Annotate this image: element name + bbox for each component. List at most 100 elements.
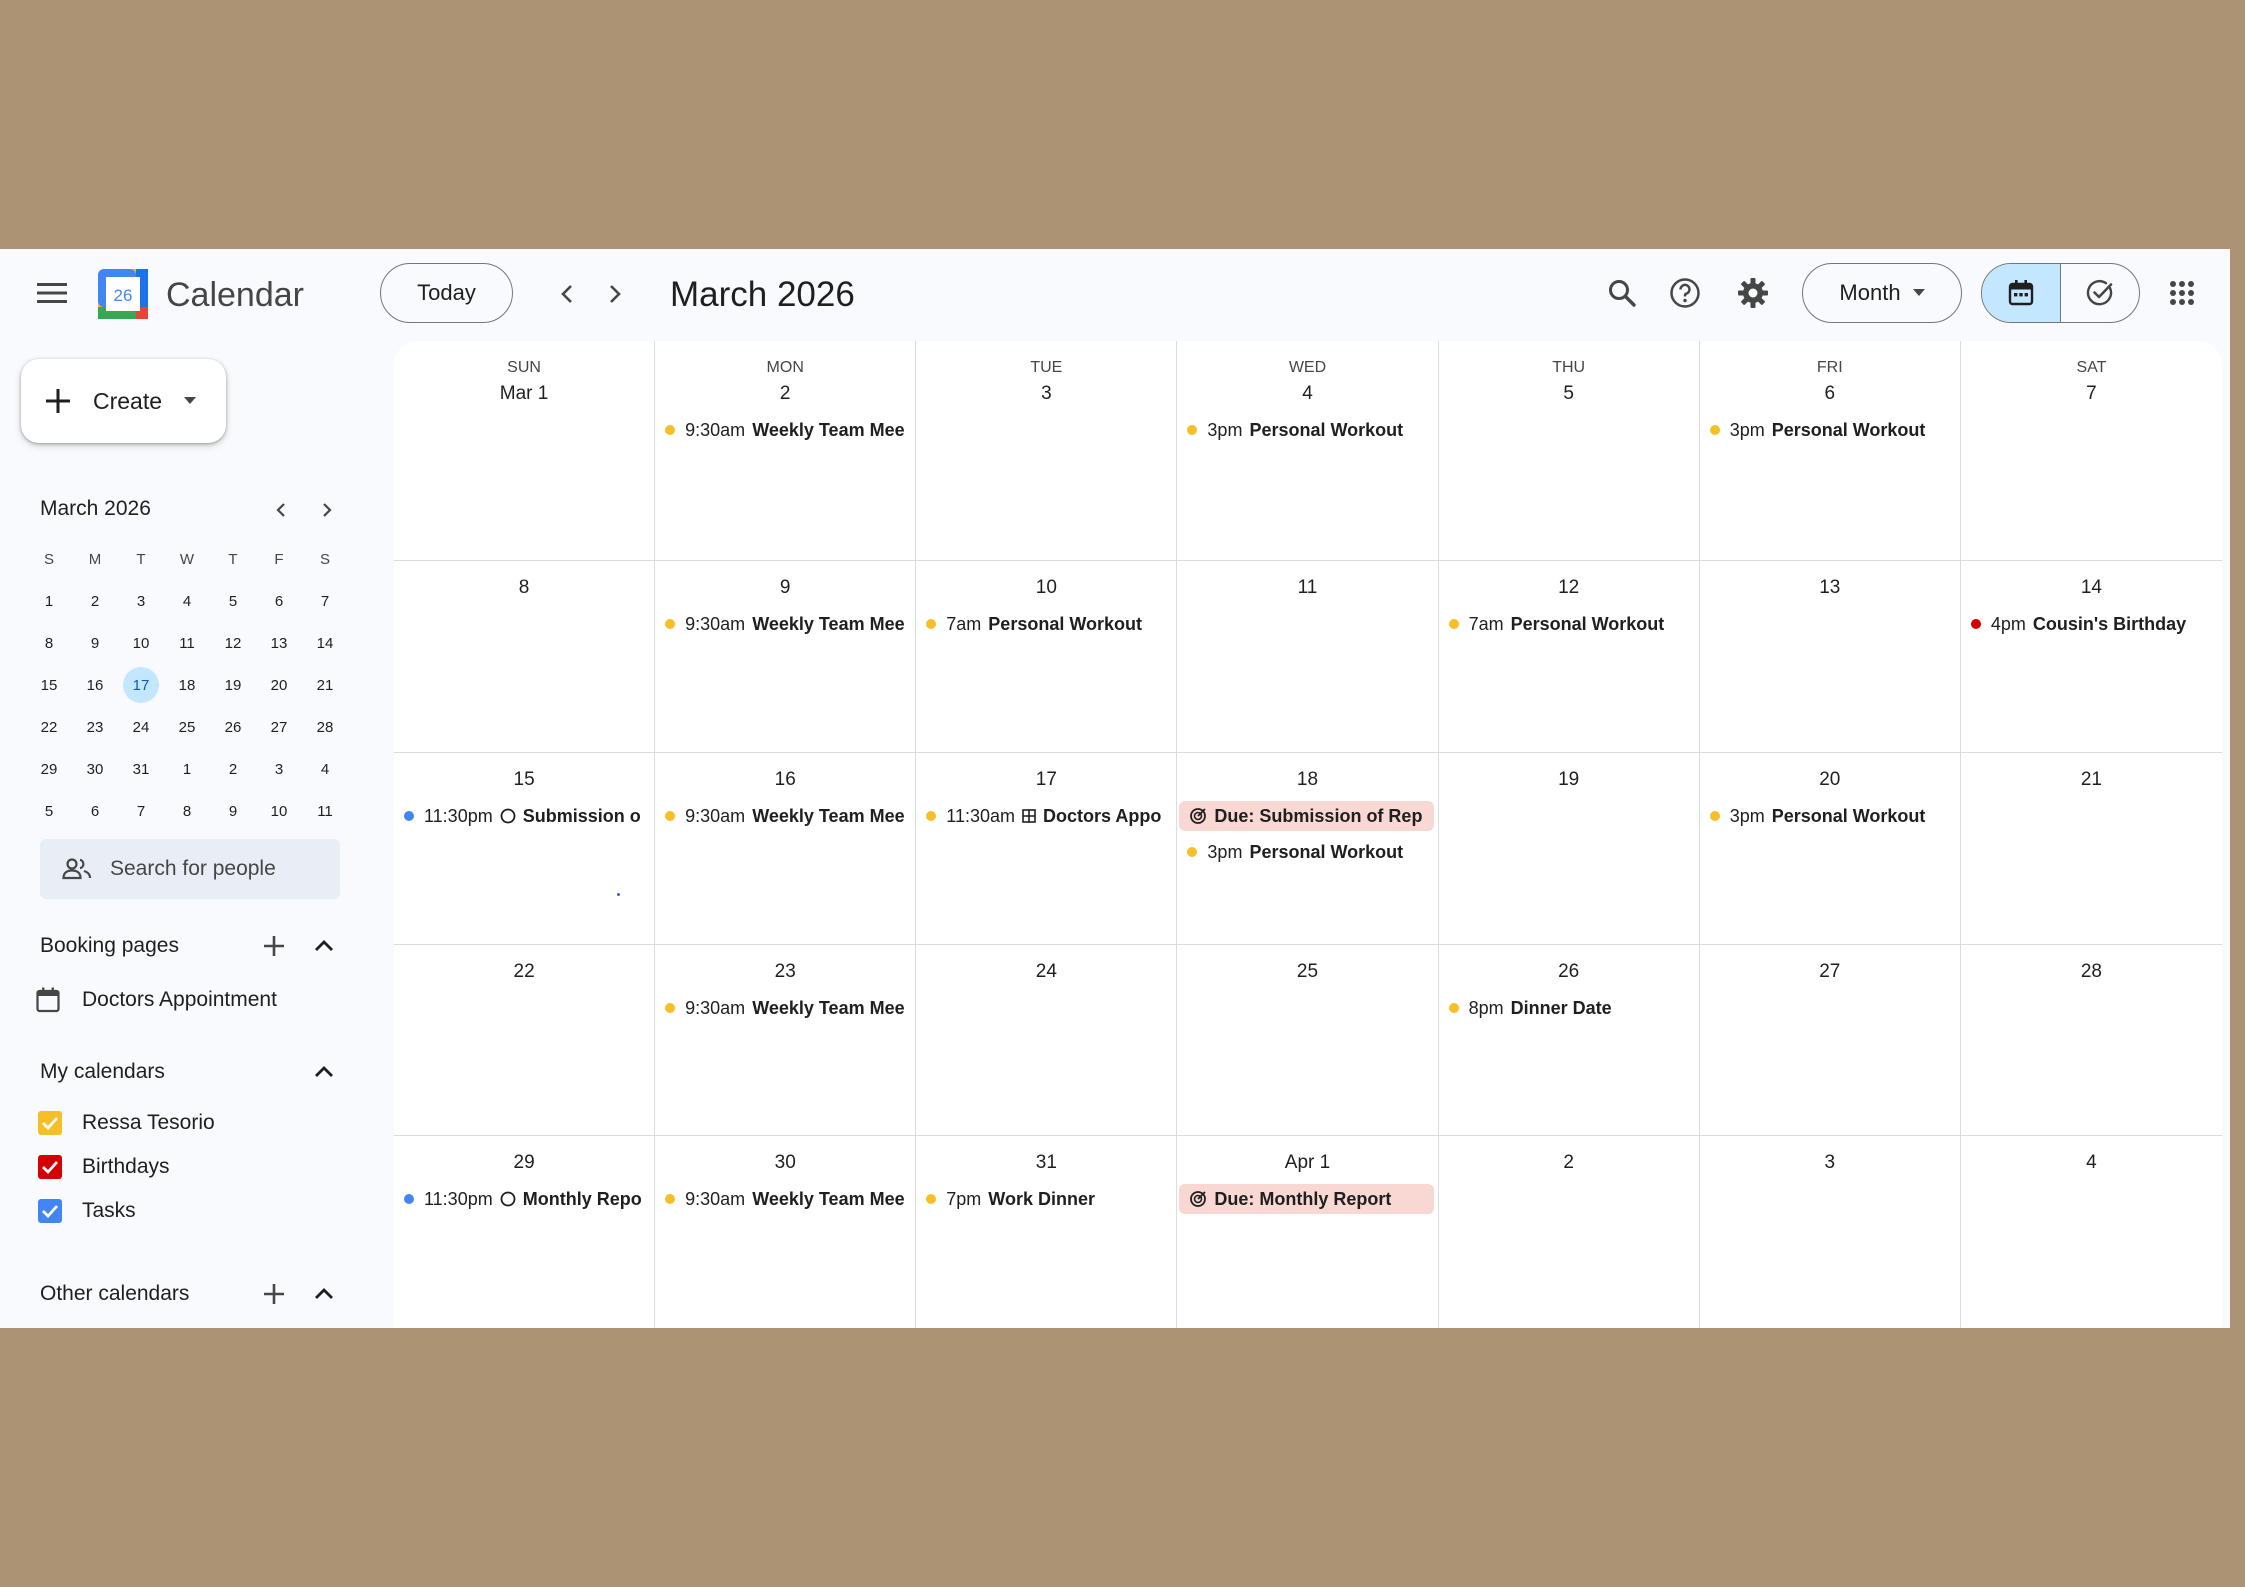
day-number[interactable]: 21 xyxy=(1961,767,2222,793)
day-number[interactable]: 4 xyxy=(1961,1150,2222,1176)
day-cell[interactable]: Apr 1 Due: Monthly Report xyxy=(1177,1136,1439,1328)
google-apps-button[interactable] xyxy=(2160,271,2204,315)
next-month-button[interactable] xyxy=(594,273,636,315)
add-other-calendar-button[interactable] xyxy=(257,1277,291,1311)
day-number[interactable]: 4 xyxy=(1177,381,1437,407)
day-number[interactable]: 25 xyxy=(1177,959,1437,985)
day-number[interactable]: Apr 1 xyxy=(1177,1150,1437,1176)
day-number[interactable]: 20 xyxy=(1700,767,1960,793)
day-number[interactable]: 6 xyxy=(1700,381,1960,407)
day-number[interactable]: 10 xyxy=(916,575,1176,601)
day-cell[interactable]: 9 9:30am Weekly Team Mee xyxy=(655,561,917,753)
event-chip[interactable]: 11:30pm Submission o xyxy=(404,801,646,831)
day-number[interactable]: 2 xyxy=(1439,1150,1699,1176)
event-chip[interactable]: 9:30am Weekly Team Mee xyxy=(665,993,907,1023)
day-cell[interactable]: 29 11:30pm Monthly Repo xyxy=(394,1136,656,1328)
mini-calendar-day[interactable]: 11 xyxy=(164,622,210,664)
mini-calendar-day[interactable]: 26 xyxy=(210,706,256,748)
mini-calendar-day[interactable]: 10 xyxy=(256,790,302,832)
day-cell[interactable]: 15 11:30pm Submission o xyxy=(394,753,656,945)
task-chip[interactable]: Due: Monthly Report xyxy=(1179,1184,1434,1214)
mini-calendar-day[interactable]: 7 xyxy=(302,580,348,622)
day-cell[interactable]: FRI 6 3pm Personal Workout xyxy=(1699,341,1961,561)
day-number[interactable]: 3 xyxy=(1700,1150,1960,1176)
day-cell[interactable]: 19 xyxy=(1438,753,1700,945)
day-cell[interactable]: 12 7am Personal Workout xyxy=(1438,561,1700,753)
previous-month-button[interactable] xyxy=(546,273,588,315)
day-number[interactable]: 29 xyxy=(394,1150,654,1176)
day-number[interactable]: 11 xyxy=(1177,575,1437,601)
mini-calendar-day[interactable]: 5 xyxy=(26,790,72,832)
day-number[interactable]: 14 xyxy=(1961,575,2222,601)
day-number[interactable]: Mar 1 xyxy=(394,381,654,407)
mini-calendar-day[interactable]: 7 xyxy=(118,790,164,832)
day-cell[interactable]: 2 xyxy=(1439,1136,1700,1328)
day-cell[interactable]: 13 xyxy=(1699,561,1961,753)
day-cell[interactable]: 20 3pm Personal Workout xyxy=(1699,753,1961,945)
mini-calendar-day[interactable]: 30 xyxy=(72,748,118,790)
mini-calendar-day[interactable]: 1 xyxy=(164,748,210,790)
day-number[interactable]: 30 xyxy=(655,1150,915,1176)
event-chip[interactable]: 7pm Work Dinner xyxy=(926,1184,1168,1214)
event-chip[interactable]: 4pm Cousin's Birthday xyxy=(1970,609,2214,639)
mini-calendar-day[interactable]: 23 xyxy=(72,706,118,748)
mini-calendar-day[interactable]: 27 xyxy=(256,706,302,748)
day-cell[interactable]: SUN Mar 1 xyxy=(394,341,656,561)
day-cell[interactable]: 18 Due: Submission of Rep 3pm Personal Work… xyxy=(1177,753,1439,945)
day-number[interactable]: 2 xyxy=(655,381,915,407)
day-number[interactable]: 13 xyxy=(1700,575,1960,601)
collapse-my-calendars-button[interactable] xyxy=(307,1055,341,1089)
day-cell[interactable]: 16 9:30am Weekly Team Mee xyxy=(655,753,917,945)
mini-calendar-day[interactable]: 10 xyxy=(118,622,164,664)
day-cell[interactable]: 21 xyxy=(1960,753,2222,945)
mini-calendar-day[interactable]: 16 xyxy=(72,664,118,706)
mini-calendar-day[interactable]: 6 xyxy=(256,580,302,622)
mini-calendar-day[interactable]: 14 xyxy=(302,622,348,664)
day-number[interactable]: 22 xyxy=(394,959,654,985)
mini-calendar-day[interactable]: 31 xyxy=(118,748,164,790)
mini-calendar-day[interactable]: 4 xyxy=(164,580,210,622)
event-chip[interactable]: 7am Personal Workout xyxy=(1448,609,1691,639)
mini-calendar-day[interactable]: 6 xyxy=(72,790,118,832)
calendar-logo[interactable]: 26 xyxy=(98,269,148,319)
add-booking-page-button[interactable] xyxy=(257,929,291,963)
day-cell[interactable]: THU 5 xyxy=(1438,341,1700,561)
mini-calendar-day[interactable]: 2 xyxy=(210,748,256,790)
event-chip[interactable]: 8pm Dinner Date xyxy=(1448,993,1691,1023)
event-chip[interactable]: 3pm Personal Workout xyxy=(1709,801,1952,831)
day-cell[interactable]: WED 4 3pm Personal Workout xyxy=(1177,341,1439,561)
calendar-checkbox[interactable] xyxy=(38,1199,62,1223)
my-calendar-item[interactable]: Tasks xyxy=(38,1199,215,1223)
my-calendar-item[interactable]: Ressa Tesorio xyxy=(38,1111,215,1135)
day-number[interactable]: 3 xyxy=(916,381,1176,407)
day-number[interactable]: 12 xyxy=(1439,575,1699,601)
day-number[interactable]: 15 xyxy=(394,767,654,793)
day-cell[interactable]: 22 xyxy=(394,945,656,1136)
booking-page-item[interactable]: Doctors Appointment xyxy=(36,987,277,1013)
collapse-booking-pages-button[interactable] xyxy=(307,929,341,963)
event-chip[interactable]: 3pm Personal Workout xyxy=(1187,415,1429,445)
day-cell[interactable]: 25 xyxy=(1177,945,1439,1136)
day-cell[interactable]: 17 11:30am Doctors Appo xyxy=(916,753,1178,945)
day-number[interactable]: 28 xyxy=(1961,959,2222,985)
settings-button[interactable] xyxy=(1731,271,1775,315)
day-cell[interactable]: 4 xyxy=(1961,1136,2222,1328)
mini-calendar-day[interactable]: 17 xyxy=(118,664,164,706)
mini-calendar-day[interactable]: 8 xyxy=(26,622,72,664)
mini-calendar-day[interactable]: 28 xyxy=(302,706,348,748)
help-button[interactable] xyxy=(1663,271,1707,315)
event-chip[interactable]: 9:30am Weekly Team Mee xyxy=(665,1184,907,1214)
mini-calendar-day[interactable]: 3 xyxy=(118,580,164,622)
mini-calendar-day[interactable]: 8 xyxy=(164,790,210,832)
mini-calendar-day[interactable]: 1 xyxy=(26,580,72,622)
mini-calendar-next-button[interactable] xyxy=(312,495,342,525)
today-button[interactable]: Today xyxy=(380,263,513,323)
day-cell[interactable]: 23 9:30am Weekly Team Mee xyxy=(655,945,917,1136)
task-chip[interactable]: Due: Submission of Rep xyxy=(1179,801,1434,831)
create-button[interactable]: Create xyxy=(21,359,226,443)
tasks-view-toggle[interactable] xyxy=(2061,264,2139,322)
day-number[interactable]: 19 xyxy=(1439,767,1699,793)
day-number[interactable]: 5 xyxy=(1439,381,1699,407)
day-cell[interactable]: 26 8pm Dinner Date xyxy=(1438,945,1700,1136)
mini-calendar-day[interactable]: 12 xyxy=(210,622,256,664)
